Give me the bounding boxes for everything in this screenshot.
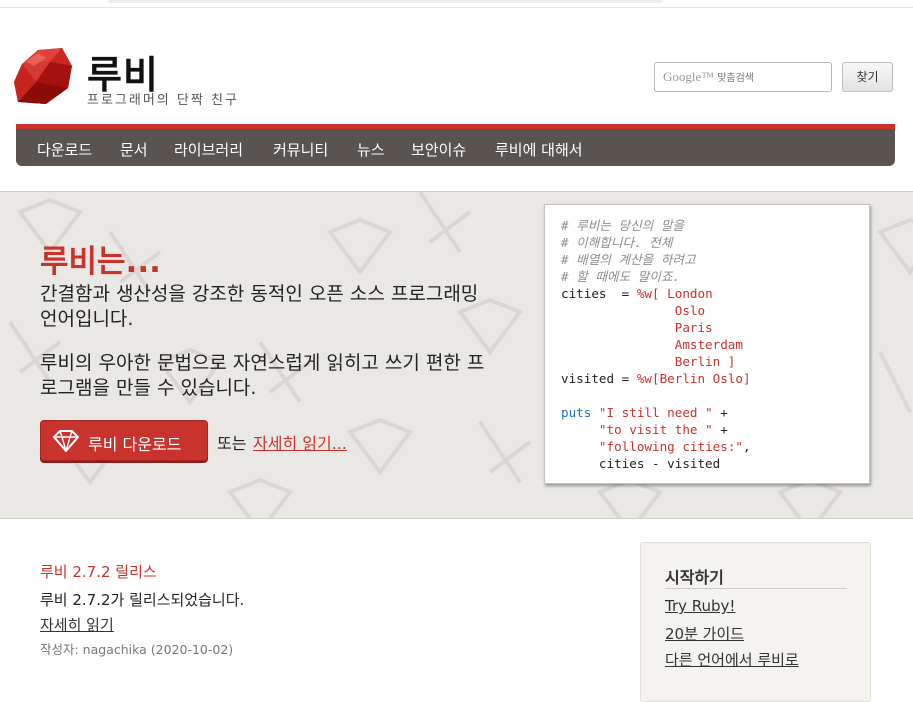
code-line: # 배열의 계산을 하려고 [561, 251, 869, 268]
search-input[interactable]: Google™ 맞춤검색 [654, 62, 832, 92]
google-brand-text: Google™ [663, 69, 715, 84]
top-edge-shadow [108, 0, 663, 3]
sidebar-link-20min-guide[interactable]: 20분 가이드 [665, 623, 744, 644]
code-token: Paris [561, 320, 713, 335]
code-line: Berlin ] [561, 353, 869, 370]
sidebar-link-try-ruby[interactable]: Try Ruby! [665, 597, 735, 615]
code-token: Amsterdam [561, 337, 743, 352]
nav-item-libraries[interactable]: 라이브러리 [174, 139, 243, 160]
code-token: , [742, 439, 751, 454]
hero-description-2: 루비의 우아한 문법으로 자연스럽게 읽히고 쓰기 편한 프로그램을 만들 수 … [40, 352, 485, 399]
code-line: Oslo [561, 302, 869, 319]
code-line: puts "I still need " + [561, 404, 869, 421]
hero-title: 루비는... [40, 244, 161, 280]
code-line: "to visit the " + [561, 421, 869, 438]
code-line: cities = %w[ London [561, 285, 869, 302]
intro-section: 루비는... 간결함과 생산성을 강조한 동적인 오픈 소스 프로그래밍 언어입… [0, 191, 913, 519]
browser-top-edge [0, 0, 913, 8]
news-title-link[interactable]: 루비 2.7.2 릴리스 [40, 561, 157, 582]
site-subtitle: 프로그래머의 단짝 친구 [87, 93, 239, 108]
code-line: Paris [561, 319, 869, 336]
code-token: cities - visited [561, 456, 721, 471]
search-button[interactable]: 찾기 [842, 62, 893, 92]
code-token: # 할 때에도 말이죠. [561, 269, 681, 284]
sidebar-title: 시작하기 [665, 568, 724, 587]
code-token: + [712, 405, 728, 420]
code-token: "to visit the " [598, 422, 713, 437]
search-placeholder: 맞춤검색 [717, 73, 755, 84]
code-line: Amsterdam [561, 336, 869, 353]
code-token: %w[Berlin Oslo] [636, 371, 751, 386]
ruby-logo-icon[interactable] [12, 44, 74, 106]
code-line: # 루비는 당신의 말을 [561, 217, 869, 234]
code-token: Oslo [561, 303, 706, 318]
code-line: cities - visited [561, 455, 869, 472]
nav-item-docs[interactable]: 문서 [120, 139, 148, 160]
code-token: puts [561, 405, 599, 420]
main-nav: 다운로드 문서 라이브러리 커뮤니티 뉴스 보안이슈 루비에 대해서 [16, 124, 895, 166]
or-text: 또는 [217, 434, 247, 453]
code-sample: # 루비는 당신의 말을 # 이해합니다. 전체 # 배열의 계산을 하려고 # 할 … [544, 204, 870, 484]
sidebar-divider [665, 588, 847, 589]
news-meta: 작성자: nagachika (2020-10-02) [40, 642, 234, 657]
nav-item-downloads[interactable]: 다운로드 [37, 139, 92, 160]
code-token: cities = [561, 286, 637, 301]
code-token: # 배열의 계산을 하려고 [561, 252, 696, 267]
code-token: "following cities:" [598, 439, 743, 454]
code-line: visited = %w[Berlin Oslo] [561, 370, 869, 387]
ruby-gem-icon [52, 430, 80, 452]
download-ruby-button[interactable]: 루비 다운로드 [40, 420, 208, 461]
code-token: # 루비는 당신의 말을 [561, 218, 685, 233]
hero-description: 간결함과 생산성을 강조한 동적인 오픈 소스 프로그래밍 언어입니다. [40, 283, 479, 330]
code-token: "I still need " [598, 405, 713, 420]
read-more-link[interactable]: 자세히 읽기... [253, 430, 347, 454]
code-token: # 이해합니다. 전체 [561, 235, 673, 250]
nav-item-news[interactable]: 뉴스 [357, 139, 385, 160]
news-read-more-link[interactable]: 자세히 읽기 [40, 614, 114, 635]
getting-started-panel: 시작하기 Try Ruby! 20분 가이드 다른 언어에서 루비로 [640, 542, 871, 702]
code-token: + [712, 422, 728, 437]
download-button-label: 루비 다운로드 [88, 435, 182, 454]
nav-item-security[interactable]: 보안이슈 [411, 139, 466, 160]
news-summary: 루비 2.7.2가 릴리스되었습니다. [40, 591, 245, 609]
nav-item-about[interactable]: 루비에 대해서 [495, 139, 583, 160]
sidebar-link-from-other-languages[interactable]: 다른 언어에서 루비로 [665, 649, 799, 670]
code-line: # 할 때에도 말이죠. [561, 268, 869, 285]
code-token: %w[ London [636, 286, 713, 301]
code-token: Berlin ] [561, 354, 736, 369]
nav-item-community[interactable]: 커뮤니티 [273, 139, 328, 160]
code-token: visited = [561, 371, 637, 386]
code-line: # 이해합니다. 전체 [561, 234, 869, 251]
code-line: "following cities:", [561, 438, 869, 455]
